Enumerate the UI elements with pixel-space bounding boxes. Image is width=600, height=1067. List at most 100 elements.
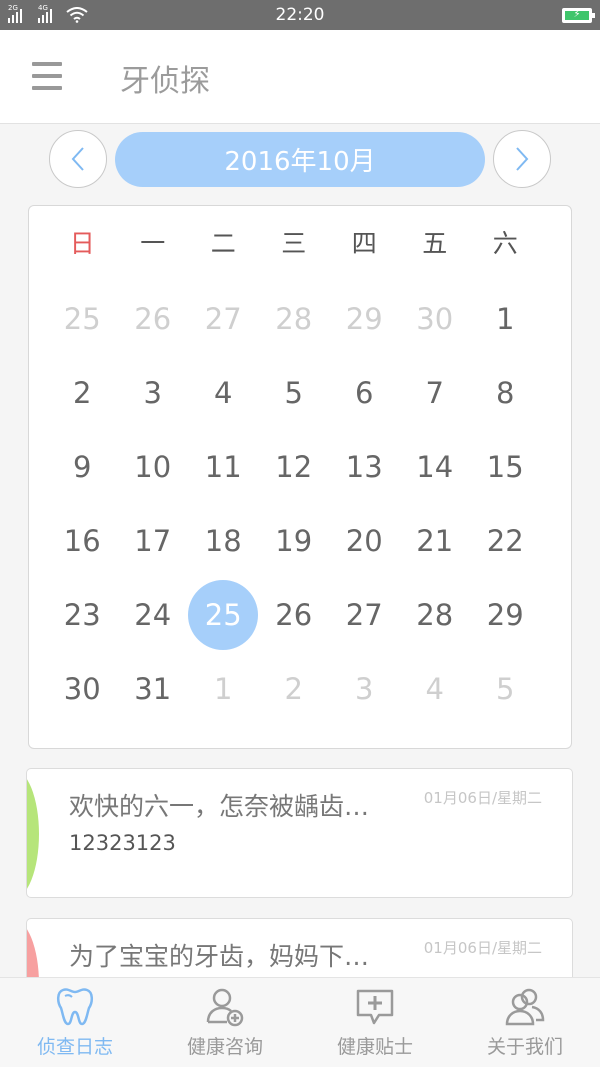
day-number: 15	[486, 450, 524, 484]
day-number: 25	[63, 302, 101, 336]
status-bar: 2G 4G 22:20 ⚡	[0, 0, 600, 30]
entry-date: 01月06日/星期二	[423, 939, 542, 957]
day-number: 9	[73, 450, 92, 484]
day-number: 2	[284, 672, 303, 706]
day-number: 3	[143, 376, 162, 410]
app-title: 牙侦探	[120, 64, 210, 99]
calendar-day-other-month[interactable]: 4	[400, 652, 471, 726]
calendar-day[interactable]: 27	[329, 578, 400, 652]
calendar-day[interactable]: 5	[259, 356, 330, 430]
calendar-day[interactable]: 8	[470, 356, 541, 430]
day-number: 25	[204, 598, 242, 632]
battery-charging-icon: ⚡	[562, 7, 595, 23]
current-month[interactable]: 2016年10月	[115, 132, 485, 187]
wifi-icon	[66, 7, 88, 23]
calendar-day[interactable]: 7	[400, 356, 471, 430]
weekday-sunday: 日	[69, 229, 95, 258]
calendar-day[interactable]: 9	[47, 430, 118, 504]
weekday-label: 四	[351, 229, 377, 258]
calendar-day-other-month[interactable]: 26	[118, 282, 189, 356]
calendar-day-other-month[interactable]: 3	[329, 652, 400, 726]
tab-health-tips[interactable]: 健康贴士	[300, 978, 450, 1067]
calendar-day[interactable]: 30	[47, 652, 118, 726]
calendar-day-selected[interactable]: 25	[188, 578, 259, 652]
tooth-icon	[57, 988, 93, 1026]
calendar-day-other-month[interactable]: 5	[470, 652, 541, 726]
calendar-day[interactable]: 20	[329, 504, 400, 578]
calendar-day[interactable]: 22	[470, 504, 541, 578]
calendar-day[interactable]: 19	[259, 504, 330, 578]
day-number: 7	[425, 376, 444, 410]
calendar-day[interactable]: 29	[470, 578, 541, 652]
day-number: 23	[63, 598, 101, 632]
day-number: 14	[416, 450, 454, 484]
calendar-day[interactable]: 28	[400, 578, 471, 652]
weekday-label: 三	[281, 229, 307, 258]
day-number: 27	[345, 598, 383, 632]
tab-health-consult[interactable]: 健康咨询	[150, 978, 300, 1067]
prev-month-button[interactable]	[49, 130, 107, 188]
calendar-day[interactable]: 6	[329, 356, 400, 430]
calendar-day-other-month[interactable]: 30	[400, 282, 471, 356]
calendar: 日一二三四五六 25 26 27 28 29 30 1 2 3 4 5 6 7 8 9 10 11 12 13 14 1…	[28, 205, 572, 749]
tab-detective-log[interactable]: 侦查日志	[0, 978, 150, 1067]
calendar-day-other-month[interactable]: 1	[188, 652, 259, 726]
calendar-day[interactable]: 16	[47, 504, 118, 578]
day-number: 3	[355, 672, 374, 706]
calendar-day[interactable]: 18	[188, 504, 259, 578]
status-left: 2G 4G	[8, 4, 88, 23]
day-number: 4	[214, 376, 233, 410]
entry-color-marker	[27, 769, 39, 897]
day-number: 31	[134, 672, 172, 706]
day-number: 5	[496, 672, 515, 706]
entry-body: 12323123	[69, 831, 176, 855]
tab-about-us[interactable]: 关于我们	[450, 978, 600, 1067]
entry-title: 为了宝宝的牙齿，妈妈下…	[69, 942, 370, 971]
calendar-day[interactable]: 14	[400, 430, 471, 504]
menu-icon[interactable]	[32, 62, 62, 90]
calendar-day[interactable]: 21	[400, 504, 471, 578]
calendar-day-other-month[interactable]: 29	[329, 282, 400, 356]
calendar-day[interactable]: 11	[188, 430, 259, 504]
calendar-day-other-month[interactable]: 2	[259, 652, 330, 726]
day-number: 27	[204, 302, 242, 336]
signal-4g-icon: 4G	[38, 4, 52, 23]
calendar-day[interactable]: 26	[259, 578, 330, 652]
calendar-day[interactable]: 4	[188, 356, 259, 430]
calendar-day[interactable]: 1	[470, 282, 541, 356]
network-2g-label: 2G	[8, 4, 18, 12]
day-number: 30	[63, 672, 101, 706]
day-number: 26	[275, 598, 313, 632]
calendar-day[interactable]: 3	[118, 356, 189, 430]
calendar-day-other-month[interactable]: 28	[259, 282, 330, 356]
day-number: 21	[416, 524, 454, 558]
signal-2g-icon: 2G	[8, 4, 22, 23]
calendar-day[interactable]: 17	[118, 504, 189, 578]
day-number: 18	[204, 524, 242, 558]
day-number: 5	[284, 376, 303, 410]
weekday-label: 一	[140, 229, 166, 258]
calendar-day-other-month[interactable]: 25	[47, 282, 118, 356]
calendar-day[interactable]: 24	[118, 578, 189, 652]
chevron-left-icon	[71, 147, 84, 171]
calendar-day[interactable]: 10	[118, 430, 189, 504]
calendar-day[interactable]: 13	[329, 430, 400, 504]
diary-entry[interactable]: 欢快的六一，怎奈被龋齿… 01月06日/星期二 12323123	[26, 768, 573, 898]
calendar-day[interactable]: 12	[259, 430, 330, 504]
calendar-day[interactable]: 31	[118, 652, 189, 726]
tab-label: 关于我们	[486, 1036, 563, 1058]
calendar-day[interactable]: 23	[47, 578, 118, 652]
weekday-label: 二	[210, 229, 236, 258]
user-add-icon	[206, 988, 244, 1027]
users-icon	[505, 988, 545, 1026]
next-month-button[interactable]	[493, 130, 551, 188]
day-number: 26	[134, 302, 172, 336]
tab-label: 健康咨询	[186, 1036, 263, 1058]
day-number: 22	[486, 524, 524, 558]
calendar-day[interactable]: 2	[47, 356, 118, 430]
calendar-day-other-month[interactable]: 27	[188, 282, 259, 356]
tab-label: 健康贴士	[336, 1036, 413, 1058]
day-number: 19	[275, 524, 313, 558]
app-header: 牙侦探	[0, 30, 600, 124]
calendar-day[interactable]: 15	[470, 430, 541, 504]
